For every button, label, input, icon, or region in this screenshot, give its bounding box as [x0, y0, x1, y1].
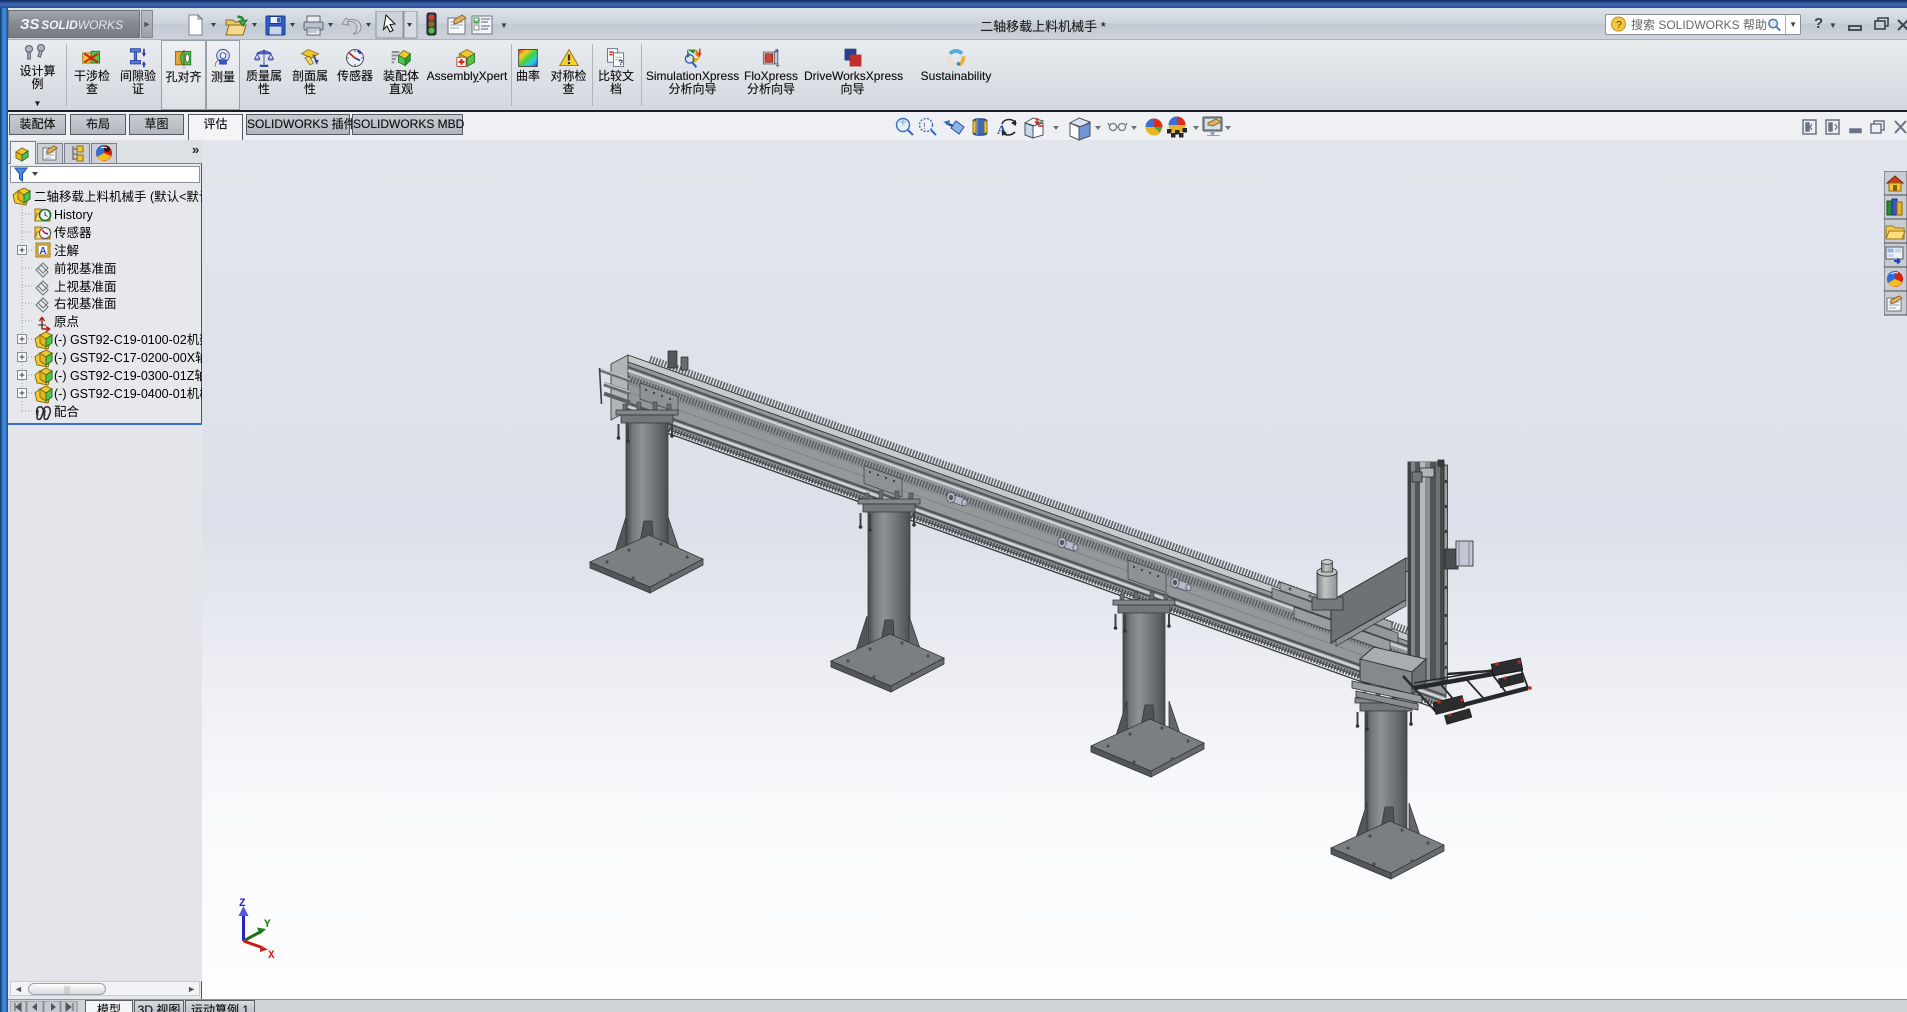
- svg-text:ЗS: ЗS: [20, 17, 40, 33]
- svg-text:配合: 配合: [54, 404, 80, 419]
- svg-text:上视基准面: 上视基准面: [54, 279, 117, 294]
- svg-text:?: ?: [619, 58, 624, 67]
- svg-text:Z: Z: [239, 898, 246, 910]
- svg-text:(-) GST92-C19-0400-01机械: (-) GST92-C19-0400-01机械: [54, 386, 202, 401]
- svg-text:右视基准面: 右视基准面: [54, 296, 117, 311]
- svg-text:X: X: [268, 950, 275, 962]
- svg-text:传感器: 传感器: [54, 225, 92, 240]
- svg-text:A: A: [39, 246, 46, 257]
- svg-text:SOLIDWORKS: SOLIDWORKS: [41, 18, 123, 32]
- svg-text:!: !: [923, 121, 926, 131]
- svg-text:(-) GST92-C19-0100-02机架: (-) GST92-C19-0100-02机架: [54, 333, 202, 347]
- svg-text:注解: 注解: [54, 243, 79, 258]
- svg-text:Y: Y: [264, 919, 271, 931]
- svg-text:前视基准面: 前视基准面: [54, 261, 117, 276]
- svg-text:二轴移载上料机械手 (默认<默认: 二轴移载上料机械手 (默认<默认: [34, 189, 202, 204]
- svg-text:History: History: [54, 208, 94, 222]
- svg-text:?: ?: [1616, 20, 1622, 31]
- svg-text:原点: 原点: [54, 315, 79, 329]
- svg-text:(-) GST92-C19-0300-01Z轴: (-) GST92-C19-0300-01Z轴: [54, 368, 202, 383]
- svg-text:(-) GST92-C17-0200-00X轴: (-) GST92-C17-0200-00X轴: [54, 350, 202, 365]
